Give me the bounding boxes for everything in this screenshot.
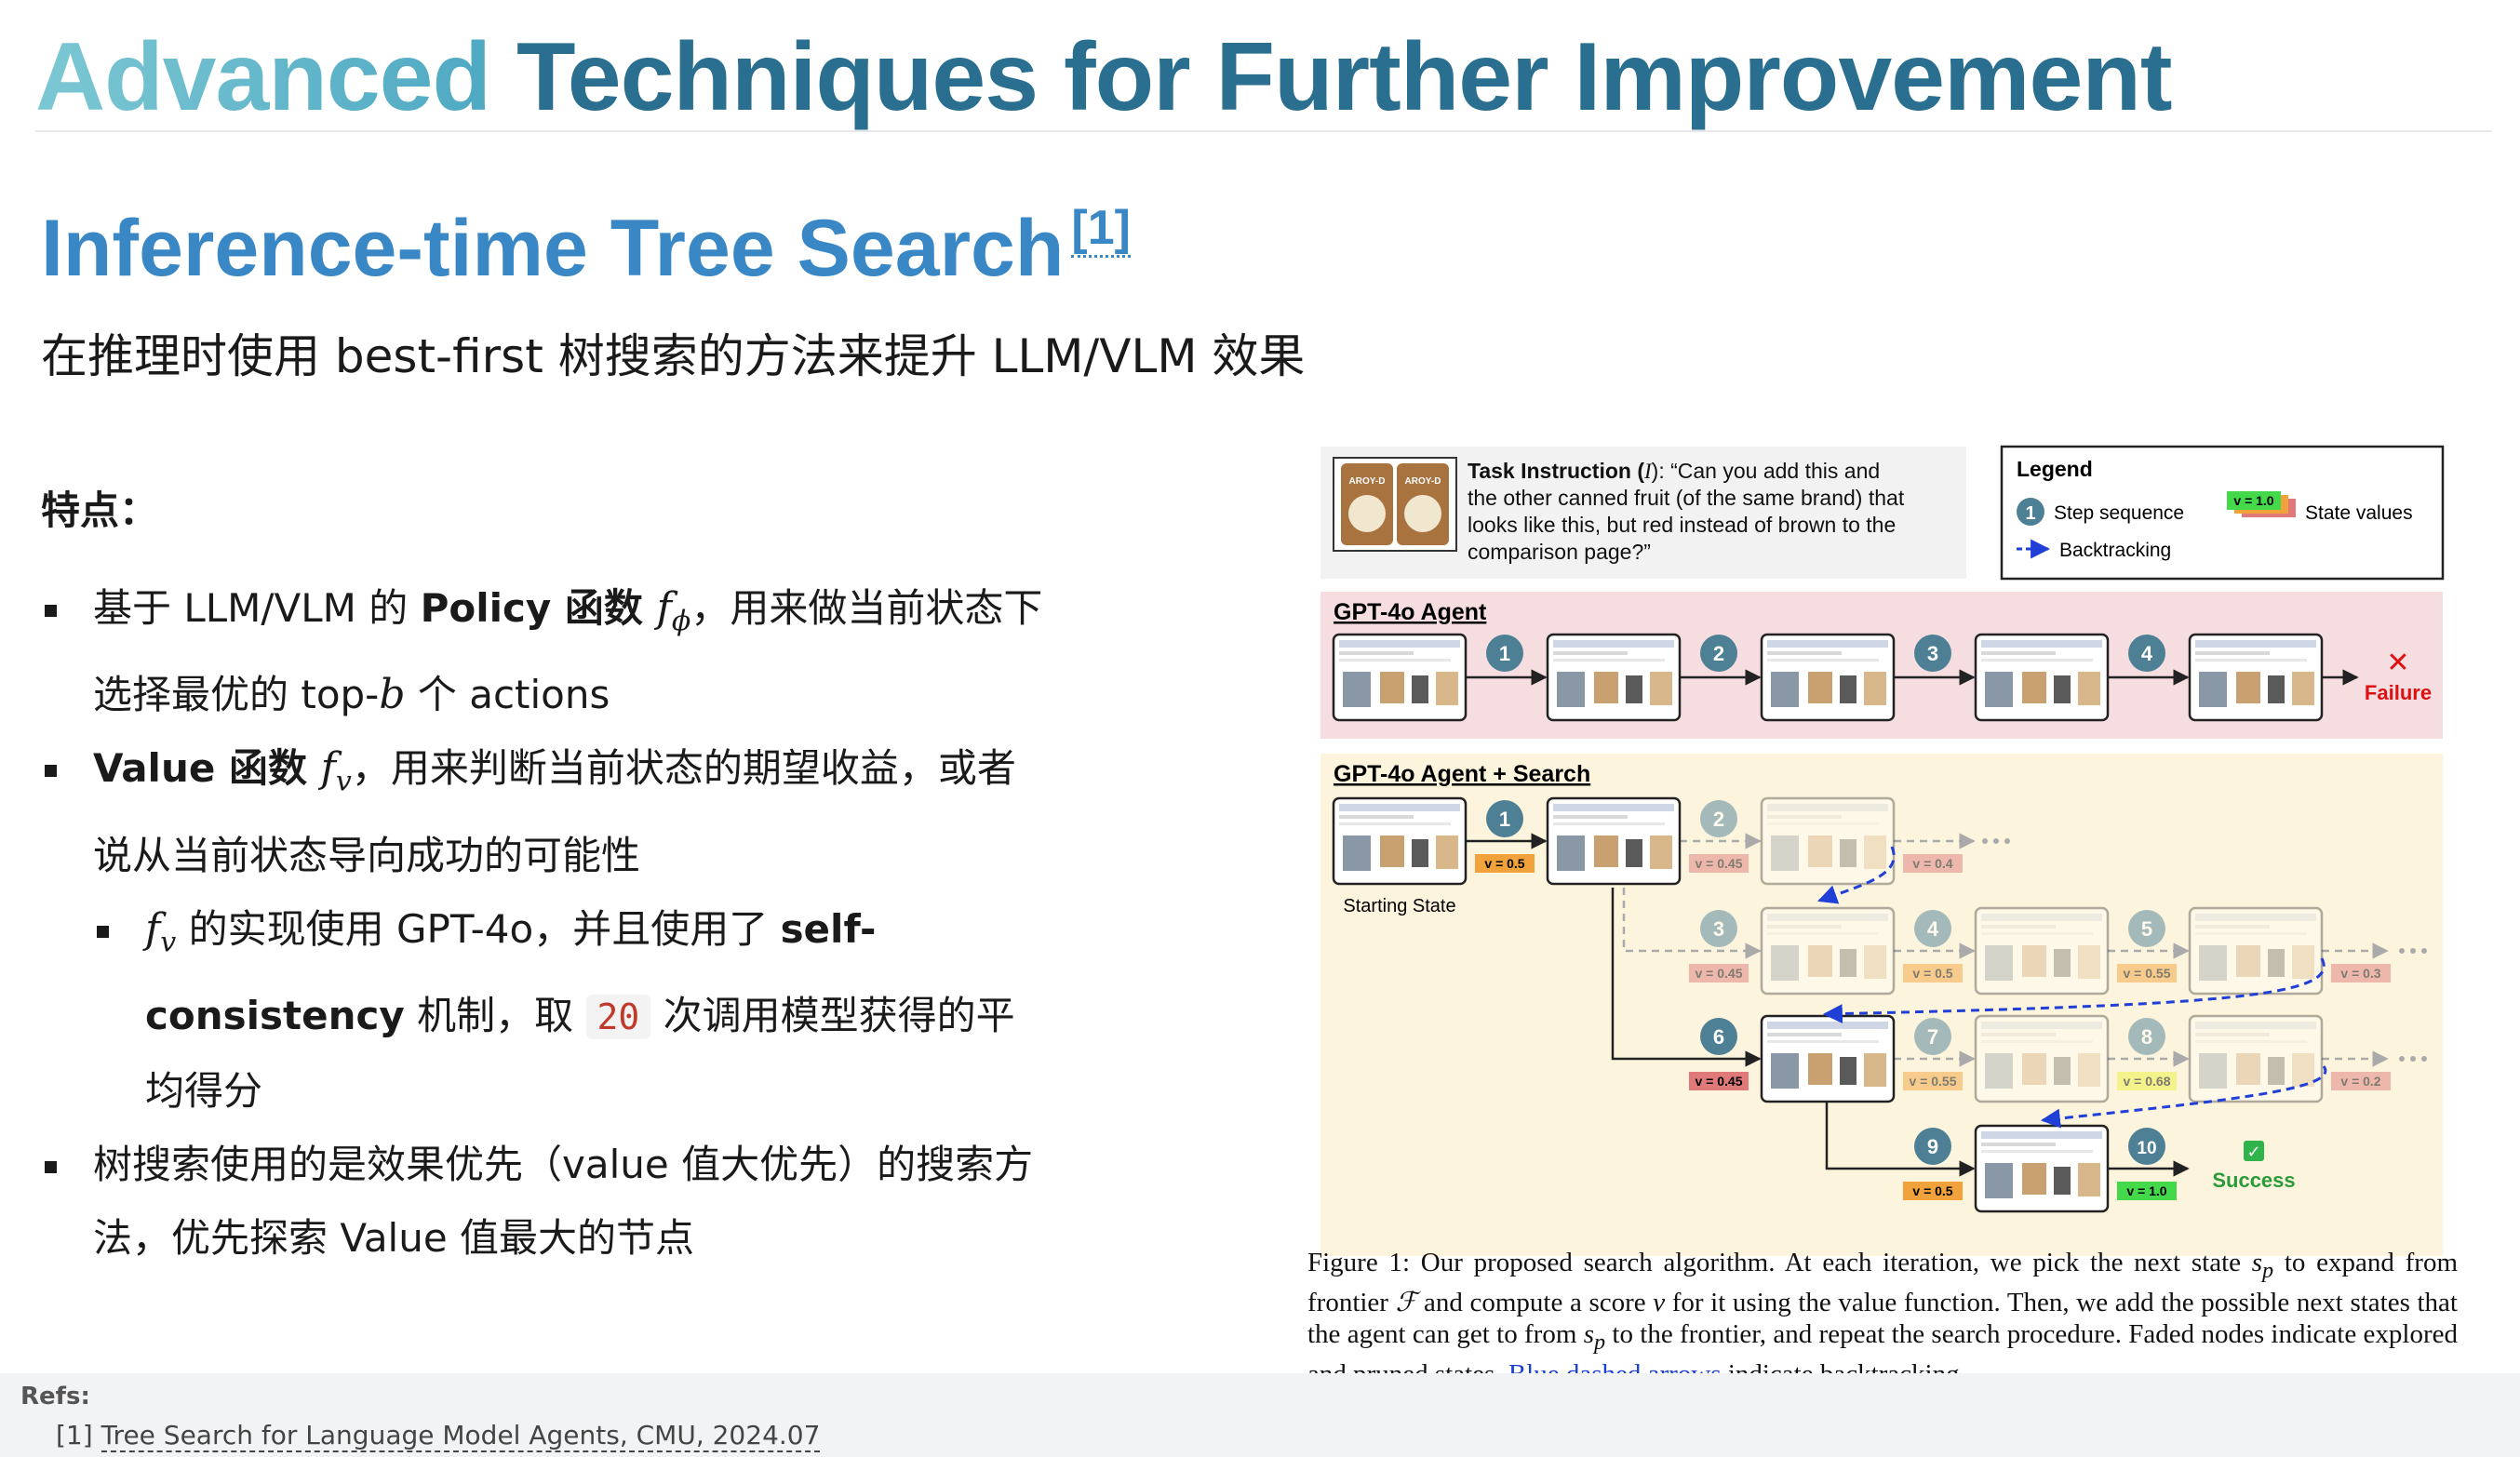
inline-code: 20 [585, 995, 651, 1040]
bullet-policy: 基于 LLM/VLM 的 Policy 函数 fϕ，用来做当前状态下选择最优的 … [41, 571, 1046, 731]
svg-text:4: 4 [2141, 642, 2153, 665]
svg-text:1: 1 [1499, 642, 1510, 665]
legend-step-text: Step sequence [2054, 502, 2184, 524]
svg-text:comparison page?”: comparison page?” [1468, 540, 1651, 564]
value-sublist: fv 的实现使用 GPT-4o，并且使用了 self-consistency 机… [93, 892, 1046, 1128]
svg-text:1: 1 [2025, 503, 2035, 524]
svg-text:the other canned fruit (of the: the other canned fruit (of the same bran… [1468, 486, 1905, 510]
legend-back-text: Backtracking [2059, 540, 2171, 561]
gpt-agent-label: GPT-4o Agent [1334, 599, 1487, 625]
svg-text:4: 4 [1927, 917, 1939, 941]
svg-text:9: 9 [1927, 1135, 1938, 1158]
svg-text:v = 0.68: v = 0.68 [2124, 1074, 2171, 1089]
svg-text:✓: ✓ [2246, 1143, 2260, 1162]
bullet-value: Value 函数 fv，用来判断当前状态的期望收益，或者说从当前状态导向成功的可… [41, 731, 1046, 1128]
svg-text:3: 3 [1927, 642, 1938, 665]
svg-text:3: 3 [1713, 917, 1724, 941]
can-label-1: AROY-D [1349, 476, 1386, 487]
svg-text:v = 0.5: v = 0.5 [1912, 966, 1952, 981]
ref-item: [1] Tree Search for Language Model Agent… [56, 1420, 821, 1452]
svg-text:v = 0.4: v = 0.4 [1912, 856, 1952, 871]
can-label-2: AROY-D [1405, 476, 1441, 487]
success-label: Success [2212, 1169, 2295, 1192]
svg-text:1: 1 [1499, 808, 1510, 831]
legend-title: Legend [2017, 457, 2093, 481]
svg-text:2: 2 [1713, 642, 1724, 665]
refs-label: Refs: [20, 1383, 90, 1410]
svg-text:v = 0.55: v = 0.55 [2124, 966, 2171, 981]
bullet-value-impl: fv 的实现使用 GPT-4o，并且使用了 self-consistency 机… [93, 892, 1046, 1128]
svg-text:2: 2 [1713, 808, 1724, 831]
ref-link[interactable]: [1] [1071, 201, 1131, 258]
svg-text:v = 0.45: v = 0.45 [1696, 966, 1743, 981]
tree-search-figure: AROY-D AROY-D Task Instruction (I): “Can… [1320, 445, 2445, 1256]
bullet-search: 树搜索使用的是效果优先（value 值大优先）的搜索方法，优先探索 Value … [41, 1128, 1046, 1275]
svg-text:10: 10 [2137, 1139, 2156, 1158]
svg-text:8: 8 [2141, 1025, 2152, 1049]
svg-text:Task Instruction (I): “Can you: Task Instruction (I): “Can you add this … [1468, 459, 1880, 483]
svg-text:5: 5 [2141, 917, 2152, 941]
svg-text:v = 1.0: v = 1.0 [2126, 1183, 2166, 1198]
title-divider [35, 130, 2492, 132]
task-label: Task Instruction ( [1468, 459, 1644, 483]
legend-badge: v = 1.0 [2233, 493, 2273, 508]
figure-caption: Figure 1: Our proposed search algorithm.… [1307, 1248, 2458, 1389]
legend-state-text: State values [2305, 502, 2413, 524]
svg-text:6: 6 [1713, 1025, 1724, 1049]
feature-list: 基于 LLM/VLM 的 Policy 函数 fϕ，用来做当前状态下选择最优的 … [41, 571, 1046, 1275]
features-heading: 特点： [41, 488, 159, 533]
failure-label: Failure [2365, 681, 2432, 704]
svg-text:v = 0.5: v = 0.5 [1912, 1183, 1952, 1198]
section-title: Inference-time Tree Search [1] [41, 201, 1131, 293]
svg-text:v = 0.5: v = 0.5 [1484, 856, 1524, 871]
svg-text:7: 7 [1927, 1025, 1938, 1049]
svg-text:v = 0.2: v = 0.2 [2340, 1074, 2380, 1089]
svg-text:v = 0.3: v = 0.3 [2340, 966, 2380, 981]
failure-icon: ✕ [2386, 647, 2409, 679]
svg-text:v = 0.45: v = 0.45 [1696, 1074, 1743, 1089]
lead-text: 在推理时使用 best-first 树搜索的方法来提升 LLM/VLM 效果 [41, 329, 1306, 383]
svg-text:looks like this, but red inste: looks like this, but red instead of brow… [1468, 513, 1896, 537]
starting-state-label: Starting State [1343, 896, 1455, 916]
svg-text:v = 0.45: v = 0.45 [1696, 856, 1743, 871]
ref-link-paper[interactable]: Tree Search for Language Model Agents, C… [101, 1420, 821, 1452]
svg-text:v = 0.55: v = 0.55 [1910, 1074, 1957, 1089]
slide-title: Advanced Techniques for Further Improvem… [35, 23, 2172, 131]
refs-footer: Refs: [1] Tree Search for Language Model… [0, 1373, 2520, 1457]
search-agent-label: GPT-4o Agent + Search [1334, 761, 1590, 787]
